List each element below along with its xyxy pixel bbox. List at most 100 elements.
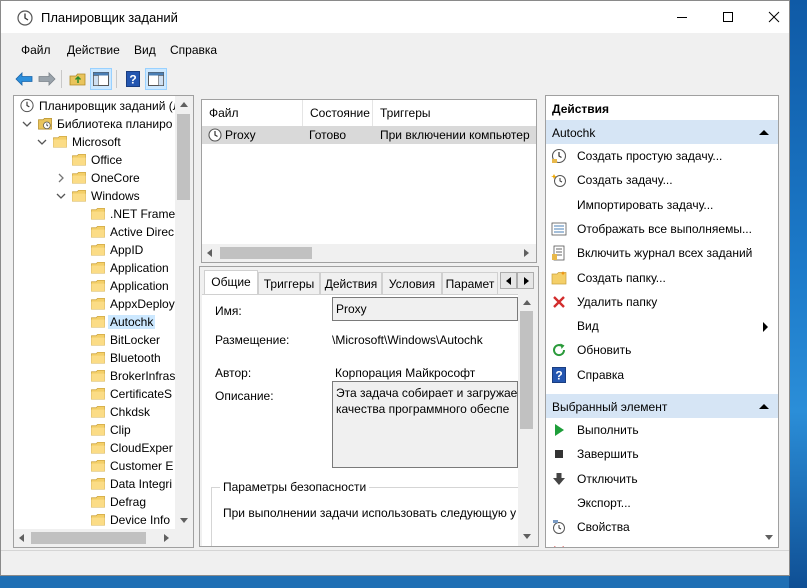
action-item[interactable]: Завершить [546,442,778,466]
action-item[interactable]: Свойства [546,515,778,539]
action-item[interactable]: Удалить папку [546,290,778,314]
tree-scroll-thumb[interactable] [177,114,190,200]
table-row[interactable]: Proxy Готово При включении компьютер [202,126,536,144]
tree-item-label: Data Integri [110,477,173,491]
maximize-button[interactable] [705,1,751,33]
scroll-left-arrow-icon[interactable] [207,249,212,257]
action-item[interactable]: Создать папку... [546,266,778,290]
action-item[interactable]: Отключить [546,467,778,491]
tab-actions[interactable]: Действия [320,272,382,294]
library-folder-icon [38,118,52,130]
action-item[interactable]: Экспорт... [546,491,778,515]
tree-item[interactable]: .NET Frame [14,205,175,223]
action-item[interactable]: Создать задачу... [546,168,778,192]
menu-help[interactable]: Справка [170,43,217,57]
show-hide-action-pane-button[interactable] [145,68,167,90]
action-item[interactable]: У [546,540,778,547]
location-value: \Microsoft\Windows\Autochk [332,333,483,347]
action-item[interactable]: Обновить [546,338,778,362]
description-field[interactable]: Эта задача собирает и загружает качества… [332,381,518,468]
chevron-down-icon[interactable] [37,136,47,148]
run-icon [555,424,564,436]
tree-horizontal-scrollbar[interactable] [14,529,193,547]
actions-vertical-scrollbar[interactable] [760,120,778,547]
tab-conditions[interactable]: Условия [382,272,442,294]
tree-item[interactable]: Customer E [14,457,174,475]
tree-vertical-scrollbar[interactable] [175,96,193,529]
scroll-right-arrow-icon[interactable] [164,534,169,542]
tree-item[interactable]: Active Direc [14,223,174,241]
task-list[interactable]: Файл Состояние Триггеры Proxy Готово При… [201,99,537,263]
list-hscroll-thumb[interactable] [220,247,312,259]
action-item[interactable]: Вид [546,314,778,338]
close-button[interactable] [751,1,789,33]
chevron-down-icon[interactable] [22,118,32,130]
up-folder-button[interactable] [67,68,89,90]
tree-item[interactable]: Microsoft [14,133,174,151]
tree-item[interactable]: OneCore [14,169,174,187]
tree-item[interactable]: CertificateS [14,385,174,403]
tree-item-label: Application [110,279,169,293]
minimize-button[interactable] [659,1,705,33]
tree-item[interactable]: Clip [14,421,174,439]
action-item[interactable]: Импортировать задачу... [546,193,778,217]
svg-text:?: ? [555,368,562,382]
tree-item[interactable]: AppxDeploy [14,295,175,313]
tree-item[interactable]: Autochk [14,313,174,331]
tree-item[interactable]: CloudExper [14,439,174,457]
tree-item[interactable]: BitLocker [14,331,174,349]
action-item[interactable]: ? Справка [546,363,778,387]
scroll-right-arrow-icon[interactable] [524,249,529,257]
column-header-status[interactable]: Состояние [303,100,373,126]
console-tree[interactable]: Планировщик заданий (Л Библиотека планиро… [13,95,194,548]
scroll-up-arrow-icon[interactable] [180,102,188,107]
details-scroll-thumb[interactable] [520,311,533,429]
list-horizontal-scrollbar[interactable] [202,244,536,262]
scroll-left-arrow-icon[interactable] [19,534,24,542]
details-vertical-scrollbar[interactable] [518,294,536,546]
author-label: Автор: [215,366,252,380]
tab-scroll-right-button[interactable] [517,272,534,289]
tree-item[interactable]: Data Integri [14,475,174,493]
help-button[interactable]: ? [122,68,144,90]
scroll-down-arrow-icon[interactable] [180,518,188,523]
action-item[interactable]: Создать простую задачу... [546,144,778,168]
back-button[interactable] [13,68,35,90]
scroll-down-arrow-icon[interactable] [523,534,531,539]
column-header-file[interactable]: Файл [202,100,303,126]
tree-item[interactable]: Windows [14,187,174,205]
action-item[interactable]: Выполнить [546,418,778,442]
menu-view[interactable]: Вид [134,43,156,57]
arrow-right-icon [38,72,56,86]
actions-group-autochk[interactable]: Autochk [546,120,778,144]
tab-triggers[interactable]: Триггеры [258,272,320,294]
tree-item[interactable]: Chkdsk [14,403,174,421]
scroll-up-arrow-icon[interactable] [523,300,531,305]
tab-general[interactable]: Общие [204,270,258,295]
chevron-right-icon[interactable] [56,172,66,184]
name-field[interactable]: Proxy [332,297,518,321]
tab-settings[interactable]: Парамет [442,272,498,294]
action-item[interactable]: Отображать все выполняемы... [546,217,778,241]
scroll-down-arrow-icon[interactable] [765,535,773,540]
tree-item[interactable]: Office [14,151,174,169]
tree-item[interactable]: Bluetooth [14,349,174,367]
menu-file[interactable]: Файл [21,43,51,57]
column-header-triggers[interactable]: Триггеры [373,100,536,126]
menu-action[interactable]: Действие [67,43,120,57]
tree-item[interactable]: Device Info [14,511,174,529]
chevron-down-icon[interactable] [56,190,66,202]
tree-hscroll-thumb[interactable] [31,532,146,544]
tree-item[interactable]: Application [14,277,174,295]
tree-item[interactable]: AppID [14,241,174,259]
action-item[interactable]: Включить журнал всех заданий [546,241,778,265]
show-hide-console-tree-button[interactable] [90,68,112,90]
tree-item[interactable]: Application [14,259,174,277]
actions-group-selected-item[interactable]: Выбранный элемент [546,394,778,418]
tab-scroll-left-button[interactable] [500,272,517,289]
forward-button[interactable] [36,68,58,90]
tree-item[interactable]: Defrag [14,493,174,511]
tree-item[interactable]: BrokerInfras [14,367,175,385]
tree-item[interactable]: Планировщик заданий (Л [14,97,181,115]
tree-item[interactable]: Библиотека планиро [14,115,174,133]
